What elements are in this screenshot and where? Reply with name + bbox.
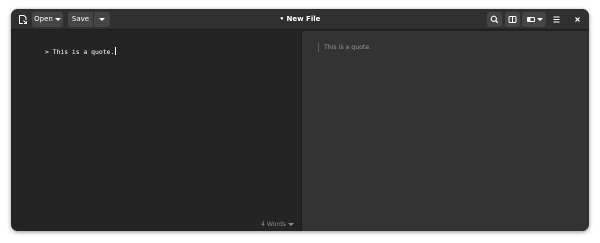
preview-quote-text: This is a quote. <box>324 44 372 51</box>
main-menu-button[interactable] <box>549 12 564 27</box>
search-button[interactable] <box>487 12 502 27</box>
preview-pane: This is a quote. <box>302 31 589 231</box>
open-button[interactable]: Open <box>32 12 63 27</box>
header-bar: Open Save • New File <box>11 9 589 30</box>
open-button-label: Open <box>34 15 53 23</box>
save-button-label: Save <box>71 15 90 23</box>
close-button[interactable] <box>570 12 585 27</box>
close-icon <box>575 17 580 22</box>
preview-toggle-button[interactable] <box>505 12 520 27</box>
chevron-down-icon <box>99 17 105 21</box>
new-document-button[interactable] <box>15 12 30 27</box>
chevron-down-icon <box>54 17 61 21</box>
editor-text-area[interactable]: > This is a quote. <box>45 47 116 56</box>
save-options-button[interactable] <box>94 12 110 27</box>
hamburger-menu-icon <box>553 16 560 23</box>
view-mode-button[interactable] <box>522 12 546 27</box>
word-count-button[interactable]: 4 Words <box>261 220 295 229</box>
editor-pane[interactable]: > This is a quote. <box>11 31 301 231</box>
preview-blockquote: This is a quote. <box>318 43 371 52</box>
app-window: Open Save • New File > This is a quote. … <box>11 9 589 231</box>
new-document-icon <box>19 15 27 24</box>
word-count-label: 4 Words <box>261 221 287 228</box>
text-cursor <box>114 47 116 55</box>
save-button[interactable]: Save <box>68 12 93 27</box>
view-mode-icon <box>527 17 535 22</box>
search-icon <box>490 15 499 24</box>
chevron-down-icon <box>288 222 295 226</box>
editor-content: > This is a quote. <box>45 48 115 56</box>
chevron-down-icon <box>537 18 543 21</box>
split-view-icon <box>508 16 517 23</box>
